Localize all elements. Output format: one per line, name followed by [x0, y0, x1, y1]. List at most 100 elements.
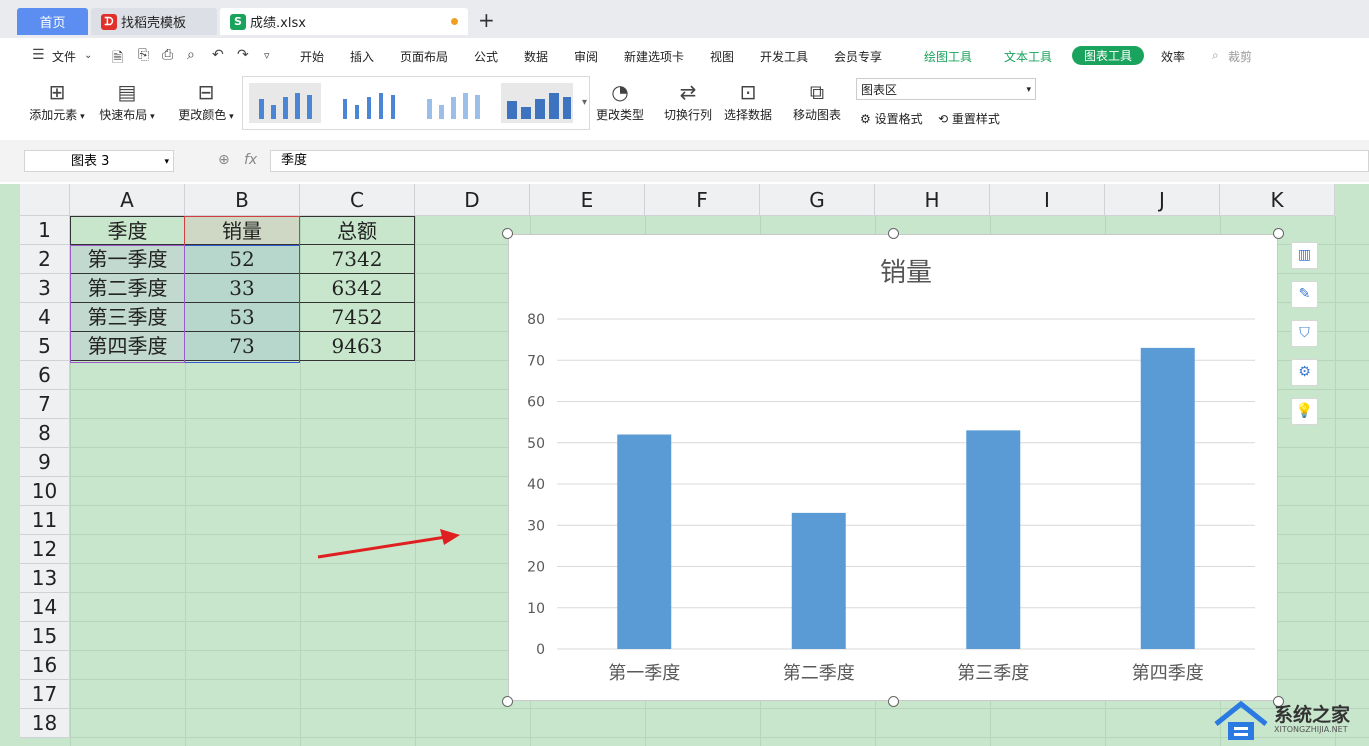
- chart-settings-icon[interactable]: ⚙: [1291, 359, 1318, 386]
- zoom-icon[interactable]: ⊕: [218, 152, 230, 168]
- cell-c3[interactable]: 6342: [300, 274, 415, 303]
- x-tick-label: 第四季度: [1132, 663, 1204, 684]
- resize-handle[interactable]: [502, 228, 513, 239]
- row-header-15[interactable]: 15: [20, 622, 70, 651]
- cell-c4[interactable]: 7452: [300, 303, 415, 332]
- save-icon[interactable]: 🗎: [112, 47, 123, 71]
- chart-style-1[interactable]: [249, 83, 321, 123]
- row-header-8[interactable]: 8: [20, 419, 70, 448]
- print-preview-icon[interactable]: ⌕: [187, 47, 195, 63]
- add-element-button[interactable]: ⊞ 添加元素 ▾: [26, 78, 88, 123]
- chart-element-select[interactable]: 图表区 ▾: [856, 78, 1036, 100]
- row-header-3[interactable]: 3: [20, 274, 70, 303]
- chart-idea-icon[interactable]: 💡: [1291, 398, 1318, 425]
- resize-handle[interactable]: [502, 696, 513, 707]
- resize-handle[interactable]: [888, 228, 899, 239]
- chart-style-2[interactable]: [333, 83, 405, 123]
- menu-chart-tools[interactable]: 图表工具: [1072, 46, 1145, 65]
- print-icon[interactable]: ⎙: [162, 47, 173, 63]
- row-header-7[interactable]: 7: [20, 390, 70, 419]
- formula-input[interactable]: 季度: [270, 150, 1369, 172]
- chart-style-3[interactable]: [417, 83, 489, 123]
- row-header-4[interactable]: 4: [20, 303, 70, 332]
- redo-icon[interactable]: ↷: [237, 47, 249, 63]
- row-header-17[interactable]: 17: [20, 680, 70, 709]
- gallery-expand-icon[interactable]: ▾: [582, 97, 587, 108]
- col-header-k[interactable]: K: [1220, 184, 1335, 216]
- select-all-corner[interactable]: [20, 184, 70, 216]
- row-header-10[interactable]: 10: [20, 477, 70, 506]
- search-box[interactable]: 裁剪: [1228, 48, 1252, 65]
- row-header-11[interactable]: 11: [20, 506, 70, 535]
- search-icon[interactable]: ⌕: [1212, 48, 1219, 63]
- row-header-16[interactable]: 16: [20, 651, 70, 680]
- tab-workbook[interactable]: S 成绩.xlsx: [220, 8, 468, 35]
- menu-review[interactable]: 审阅: [574, 48, 598, 65]
- col-header-f[interactable]: F: [645, 184, 760, 216]
- switch-rowcol-button[interactable]: ⇄ 切换行列: [660, 78, 716, 123]
- menu-data[interactable]: 数据: [524, 48, 548, 65]
- chart-style-4[interactable]: [501, 83, 573, 123]
- cell-c5[interactable]: 9463: [300, 332, 415, 361]
- menu-formula[interactable]: 公式: [474, 48, 498, 65]
- set-format-button[interactable]: ⚙ 设置格式: [860, 110, 923, 127]
- menu-drawing-tools[interactable]: 绘图工具: [924, 48, 972, 65]
- col-header-c[interactable]: C: [300, 184, 415, 216]
- chart-elements-icon[interactable]: ▥: [1291, 242, 1318, 269]
- more-icon[interactable]: ▿: [264, 49, 270, 62]
- spreadsheet-icon: S: [230, 13, 246, 30]
- row-header-9[interactable]: 9: [20, 448, 70, 477]
- menu-start[interactable]: 开始: [300, 48, 324, 65]
- row-header-13[interactable]: 13: [20, 564, 70, 593]
- cell-c1[interactable]: 总额: [300, 216, 415, 245]
- reset-style-button[interactable]: ⟲ 重置样式: [938, 110, 1000, 127]
- chevron-down-icon[interactable]: ⌄: [84, 50, 92, 61]
- undo-icon[interactable]: ↶: [212, 47, 224, 63]
- menu-insert[interactable]: 插入: [350, 48, 374, 65]
- col-header-g[interactable]: G: [760, 184, 875, 216]
- fx-icon[interactable]: fx: [244, 152, 257, 168]
- menu-dev-tools[interactable]: 开发工具: [760, 48, 808, 65]
- chart-filter-icon[interactable]: ⛉: [1291, 320, 1318, 347]
- tab-home[interactable]: 首页: [17, 8, 88, 35]
- col-header-d[interactable]: D: [415, 184, 530, 216]
- select-data-button[interactable]: ⊡ 选择数据: [720, 78, 776, 123]
- menu-file[interactable]: 文件: [52, 48, 76, 65]
- row-header-18[interactable]: 18: [20, 709, 70, 738]
- resize-handle[interactable]: [888, 696, 899, 707]
- tab-template[interactable]: ᗪ 找稻壳模板: [91, 8, 217, 35]
- resize-handle[interactable]: [1273, 228, 1284, 239]
- change-type-button[interactable]: ◔ 更改类型: [592, 78, 648, 123]
- change-type-icon: ◔: [611, 80, 629, 104]
- col-header-b[interactable]: B: [185, 184, 300, 216]
- hamburger-icon[interactable]: ☰: [32, 47, 45, 63]
- row-header-1[interactable]: 1: [20, 216, 70, 245]
- col-header-j[interactable]: J: [1105, 184, 1220, 216]
- menu-member[interactable]: 会员专享: [834, 48, 882, 65]
- menu-text-tools[interactable]: 文本工具: [1004, 48, 1052, 65]
- chart-style-brush-icon[interactable]: ✎: [1291, 281, 1318, 308]
- move-chart-button[interactable]: ⧉ 移动图表: [789, 78, 845, 123]
- menu-page-layout[interactable]: 页面布局: [400, 48, 448, 65]
- export-icon[interactable]: ⎘: [138, 47, 149, 63]
- menu-new-tab[interactable]: 新建选项卡: [624, 48, 684, 65]
- menu-efficiency[interactable]: 效率: [1161, 48, 1185, 65]
- row-header-5[interactable]: 5: [20, 332, 70, 361]
- change-color-button[interactable]: ⊟ 更改颜色 ▾: [175, 78, 237, 123]
- name-box[interactable]: 图表 3 ▾: [24, 150, 174, 172]
- menu-view[interactable]: 视图: [710, 48, 734, 65]
- col-header-i[interactable]: I: [990, 184, 1105, 216]
- quick-layout-button[interactable]: ▤ 快速布局 ▾: [96, 78, 158, 123]
- chart[interactable]: 销量 0 10 20 30 40 50 60 70 80 第一季度 第二季度 第三季度 第四季度: [508, 234, 1278, 701]
- cell-c2[interactable]: 7342: [300, 245, 415, 274]
- tab-bar: 首页 ᗪ 找稻壳模板 S 成绩.xlsx +: [0, 0, 1369, 38]
- cell-a1[interactable]: 季度: [70, 216, 185, 245]
- row-header-2[interactable]: 2: [20, 245, 70, 274]
- col-header-e[interactable]: E: [530, 184, 645, 216]
- row-header-14[interactable]: 14: [20, 593, 70, 622]
- row-header-6[interactable]: 6: [20, 361, 70, 390]
- row-header-12[interactable]: 12: [20, 535, 70, 564]
- new-tab-icon[interactable]: +: [478, 8, 495, 32]
- col-header-a[interactable]: A: [70, 184, 185, 216]
- col-header-h[interactable]: H: [875, 184, 990, 216]
